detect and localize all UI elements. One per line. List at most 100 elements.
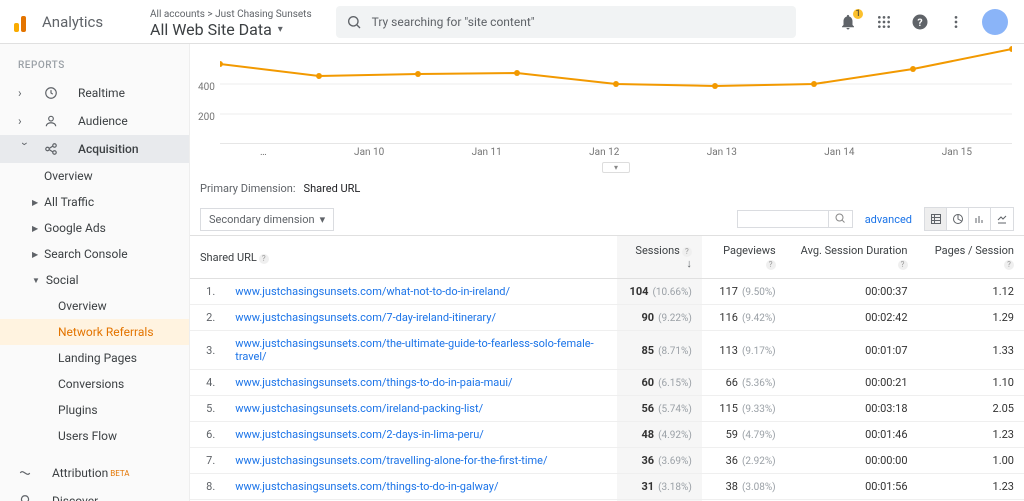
apps-icon[interactable] bbox=[874, 12, 894, 32]
nav-attribution[interactable]: AttributionBETA bbox=[0, 459, 189, 487]
url-link[interactable]: www.justchasingsunsets.com/things-to-do-… bbox=[235, 480, 498, 493]
row-pageviews: 115(9.33%) bbox=[702, 396, 786, 422]
col-shared-url[interactable]: Shared URL bbox=[200, 251, 257, 264]
pivot-icon bbox=[996, 213, 1008, 225]
sidebar: REPORTS › Realtime › Audience › Acquisit… bbox=[0, 44, 190, 501]
nav-plugins[interactable]: Plugins bbox=[0, 397, 189, 423]
sort-desc-icon[interactable]: ↓ bbox=[686, 257, 692, 270]
row-pageviews: 116(9.42%) bbox=[702, 305, 786, 331]
help-icon[interactable]: ? bbox=[910, 12, 930, 32]
nav-landing-pages[interactable]: Landing Pages bbox=[0, 345, 189, 371]
row-url: www.justchasingsunsets.com/things-to-do-… bbox=[225, 370, 617, 396]
account-selector[interactable]: All accounts > Just Chasing Sunsets All … bbox=[136, 5, 326, 39]
row-duration: 00:00:21 bbox=[786, 370, 918, 396]
more-icon[interactable] bbox=[946, 12, 966, 32]
col-avg-duration[interactable]: Avg. Session Duration bbox=[801, 244, 908, 257]
advanced-link[interactable]: advanced bbox=[865, 213, 912, 226]
url-link[interactable]: www.justchasingsunsets.com/ireland-packi… bbox=[235, 402, 483, 415]
row-duration: 00:03:18 bbox=[786, 396, 918, 422]
nav-google-ads[interactable]: ▶Google Ads bbox=[0, 215, 189, 241]
user-avatar[interactable] bbox=[982, 9, 1008, 35]
row-pageviews: 59(4.79%) bbox=[702, 422, 786, 448]
x-tick: Jan 10 bbox=[354, 147, 384, 158]
row-pps: 1.10 bbox=[918, 370, 1024, 396]
svg-text:?: ? bbox=[917, 15, 922, 28]
table-row: 3. www.justchasingsunsets.com/the-ultimat… bbox=[190, 331, 1024, 370]
search-bar[interactable]: Try searching for "site content" bbox=[336, 6, 796, 38]
table-search-input[interactable] bbox=[738, 211, 828, 227]
row-duration: 00:00:37 bbox=[786, 279, 918, 305]
product-name: Analytics bbox=[42, 13, 103, 31]
row-sessions: 85(8.71%) bbox=[617, 331, 701, 370]
table-search-button[interactable] bbox=[828, 211, 852, 227]
bulb-icon bbox=[18, 494, 32, 501]
expand-chart-button[interactable]: ▾ bbox=[602, 162, 630, 173]
table-row: 1.www.justchasingsunsets.com/what-not-to… bbox=[190, 279, 1024, 305]
nav-social[interactable]: ▼Social bbox=[0, 267, 189, 293]
col-pageviews[interactable]: Pageviews bbox=[723, 244, 776, 257]
nav-conversions[interactable]: Conversions bbox=[0, 371, 189, 397]
table-search[interactable] bbox=[737, 210, 853, 228]
row-duration: 00:02:42 bbox=[786, 305, 918, 331]
line-chart: 400 200 … Jan 10 Jan 11 Jan 12 Jan 13 Ja… bbox=[190, 44, 1024, 174]
notifications-icon[interactable]: 1 bbox=[838, 12, 858, 32]
row-url: www.justchasingsunsets.com/things-to-do-… bbox=[225, 474, 617, 500]
row-url: www.justchasingsunsets.com/travelling-al… bbox=[225, 448, 617, 474]
view-pivot-button[interactable] bbox=[991, 208, 1013, 230]
primary-dimension-bar: Primary Dimension: Shared URL bbox=[190, 174, 1024, 203]
url-link[interactable]: www.justchasingsunsets.com/2-days-in-lim… bbox=[235, 428, 484, 441]
col-pages-session[interactable]: Pages / Session bbox=[935, 244, 1014, 257]
row-pps: 1.00 bbox=[918, 448, 1024, 474]
nav-discover[interactable]: Discover bbox=[0, 487, 189, 501]
breadcrumb-path: All accounts > Just Chasing Sunsets bbox=[150, 9, 312, 20]
row-duration: 00:00:00 bbox=[786, 448, 918, 474]
chevron-right-icon: › bbox=[18, 114, 32, 128]
view-pie-button[interactable] bbox=[947, 208, 969, 230]
nav-overview[interactable]: Overview bbox=[0, 163, 189, 189]
y-tick-400: 400 bbox=[198, 82, 215, 93]
row-index: 4. bbox=[190, 370, 225, 396]
row-duration: 00:01:07 bbox=[786, 331, 918, 370]
nav-search-console[interactable]: ▶Search Console bbox=[0, 241, 189, 267]
view-title: All Web Site Data bbox=[150, 20, 272, 39]
y-tick-200: 200 bbox=[198, 112, 215, 123]
nav-realtime[interactable]: › Realtime bbox=[0, 79, 189, 107]
pie-icon bbox=[952, 213, 964, 225]
triangle-right-icon: ▶ bbox=[32, 198, 38, 207]
nav-users-flow[interactable]: Users Flow bbox=[0, 423, 189, 449]
nav-audience[interactable]: › Audience bbox=[0, 107, 189, 135]
row-index: 6. bbox=[190, 422, 225, 448]
url-link[interactable]: www.justchasingsunsets.com/7-day-ireland… bbox=[235, 311, 496, 324]
search-placeholder: Try searching for "site content" bbox=[372, 15, 535, 29]
view-table-button[interactable] bbox=[925, 208, 947, 230]
table-row: 8.www.justchasingsunsets.com/things-to-d… bbox=[190, 474, 1024, 500]
triangle-right-icon: ▶ bbox=[32, 224, 38, 233]
nav-network-referrals[interactable]: Network Referrals bbox=[0, 319, 189, 345]
row-sessions: 90(9.22%) bbox=[617, 305, 701, 331]
url-link[interactable]: www.justchasingsunsets.com/what-not-to-d… bbox=[235, 285, 510, 298]
nav-acquisition[interactable]: › Acquisition bbox=[0, 135, 189, 163]
row-index: 3. bbox=[190, 331, 225, 370]
row-url: www.justchasingsunsets.com/7-day-ireland… bbox=[225, 305, 617, 331]
triangle-right-icon: ▶ bbox=[32, 250, 38, 259]
logo[interactable]: Analytics bbox=[0, 12, 136, 32]
x-tick: Jan 11 bbox=[472, 147, 502, 158]
primary-dim-label: Primary Dimension: bbox=[200, 182, 296, 195]
primary-dim-value[interactable]: Shared URL bbox=[304, 182, 361, 195]
nav-all-traffic[interactable]: ▶All Traffic bbox=[0, 189, 189, 215]
view-bar-button[interactable] bbox=[969, 208, 991, 230]
row-sessions: 104(10.66%) bbox=[617, 279, 701, 305]
user-icon bbox=[44, 114, 58, 128]
url-link[interactable]: www.justchasingsunsets.com/the-ultimate-… bbox=[235, 337, 593, 363]
col-sessions[interactable]: Sessions bbox=[635, 244, 679, 257]
x-tick: Jan 15 bbox=[942, 147, 972, 158]
caret-down-icon: ▾ bbox=[278, 24, 283, 35]
url-link[interactable]: www.justchasingsunsets.com/things-to-do-… bbox=[235, 376, 512, 389]
row-sessions: 48(4.92%) bbox=[617, 422, 701, 448]
x-tick: Jan 12 bbox=[589, 147, 619, 158]
nav-social-overview[interactable]: Overview bbox=[0, 293, 189, 319]
secondary-dimension-dropdown[interactable]: Secondary dimension▾ bbox=[200, 208, 334, 231]
url-link[interactable]: www.justchasingsunsets.com/travelling-al… bbox=[235, 454, 547, 467]
chevron-right-icon: › bbox=[18, 86, 32, 100]
row-sessions: 36(3.69%) bbox=[617, 448, 701, 474]
